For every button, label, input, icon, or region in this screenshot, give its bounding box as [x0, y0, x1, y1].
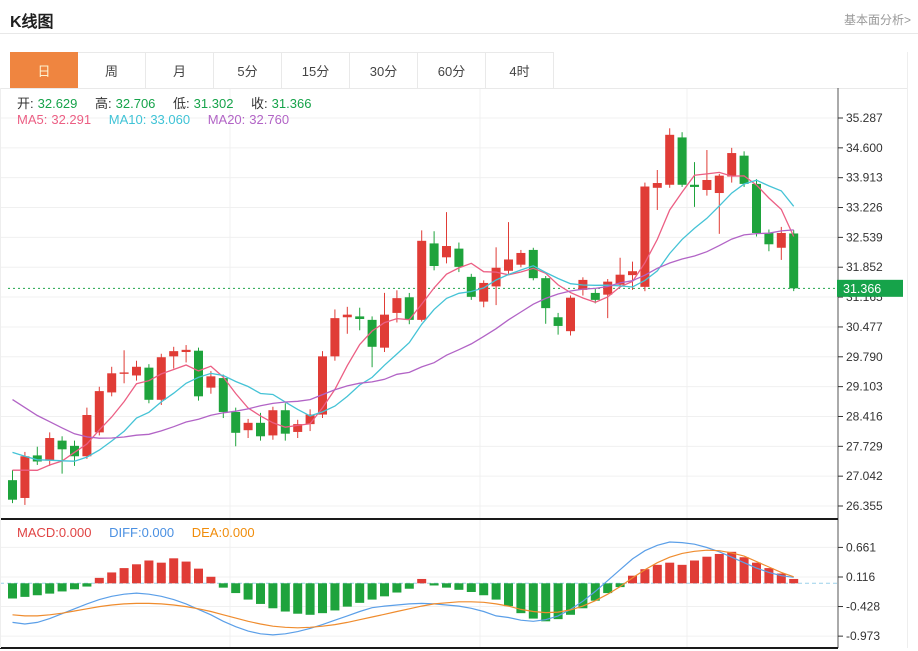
svg-text:35.287: 35.287	[846, 111, 883, 125]
dea-label: DEA:	[192, 525, 222, 540]
ma5-label: MA5:	[17, 112, 47, 127]
ma20-line	[13, 230, 794, 438]
svg-text:27.729: 27.729	[846, 439, 883, 453]
macd-histogram	[8, 552, 798, 622]
ma10-line	[13, 180, 794, 461]
close-value: 31.366	[272, 96, 312, 111]
dea-value: 0.000	[222, 525, 255, 540]
svg-text:30.477: 30.477	[846, 320, 883, 334]
svg-text:34.600: 34.600	[846, 141, 883, 155]
diff-label: DIFF:	[109, 525, 142, 540]
diff-value: 0.000	[142, 525, 175, 540]
ma20-value: 32.760	[249, 112, 289, 127]
ma10-value: 33.060	[150, 112, 190, 127]
svg-text:27.042: 27.042	[846, 469, 883, 483]
svg-text:33.913: 33.913	[846, 171, 883, 185]
kline-widget: K线图 基本面分析> 日周月5分15分30分60分4时 35.28734.600…	[0, 0, 918, 651]
current-price-tag: 31.366	[837, 280, 903, 297]
macd-label: MACD:	[17, 525, 59, 540]
candles-layer	[8, 128, 798, 505]
svg-text:28.416: 28.416	[846, 409, 883, 423]
open-value: 32.629	[38, 96, 78, 111]
high-label: 高:	[95, 96, 112, 111]
svg-text:0.661: 0.661	[846, 540, 876, 554]
low-value: 31.302	[194, 96, 234, 111]
ma5-value: 32.291	[51, 112, 91, 127]
svg-text:-0.973: -0.973	[846, 629, 880, 643]
ma-lines	[13, 172, 794, 470]
axis-frame	[0, 52, 908, 648]
ohlc-readout: 开: 32.629 高: 32.706 低: 31.302 收: 31.366	[17, 93, 311, 112]
macd-value: 0.000	[59, 525, 92, 540]
ma10-label: MA10:	[109, 112, 147, 127]
low-label: 低:	[173, 96, 190, 111]
y-axis-labels: 35.28734.60033.91333.22632.53931.85231.1…	[838, 111, 883, 643]
ma20-label: MA20:	[208, 112, 246, 127]
macd-lines	[13, 542, 794, 635]
svg-text:33.226: 33.226	[846, 201, 883, 215]
diff-line	[13, 542, 794, 635]
open-label: 开:	[17, 96, 34, 111]
svg-text:26.355: 26.355	[846, 499, 883, 513]
svg-text:-0.428: -0.428	[846, 600, 880, 614]
svg-text:31.852: 31.852	[846, 260, 883, 274]
svg-text:32.539: 32.539	[846, 230, 883, 244]
ma-readout: MA5: 32.291 MA10:33.060 MA20:32.760	[17, 112, 289, 127]
high-value: 32.706	[116, 96, 156, 111]
macd-readout: MACD:0.000 DIFF:0.000 DEA:0.000	[17, 525, 255, 540]
svg-text:0.116: 0.116	[846, 570, 875, 584]
dea-line	[13, 550, 794, 628]
svg-text:29.103: 29.103	[846, 380, 883, 394]
close-label: 收:	[251, 96, 268, 111]
svg-text:31.366: 31.366	[843, 282, 881, 296]
svg-text:29.790: 29.790	[846, 350, 883, 364]
